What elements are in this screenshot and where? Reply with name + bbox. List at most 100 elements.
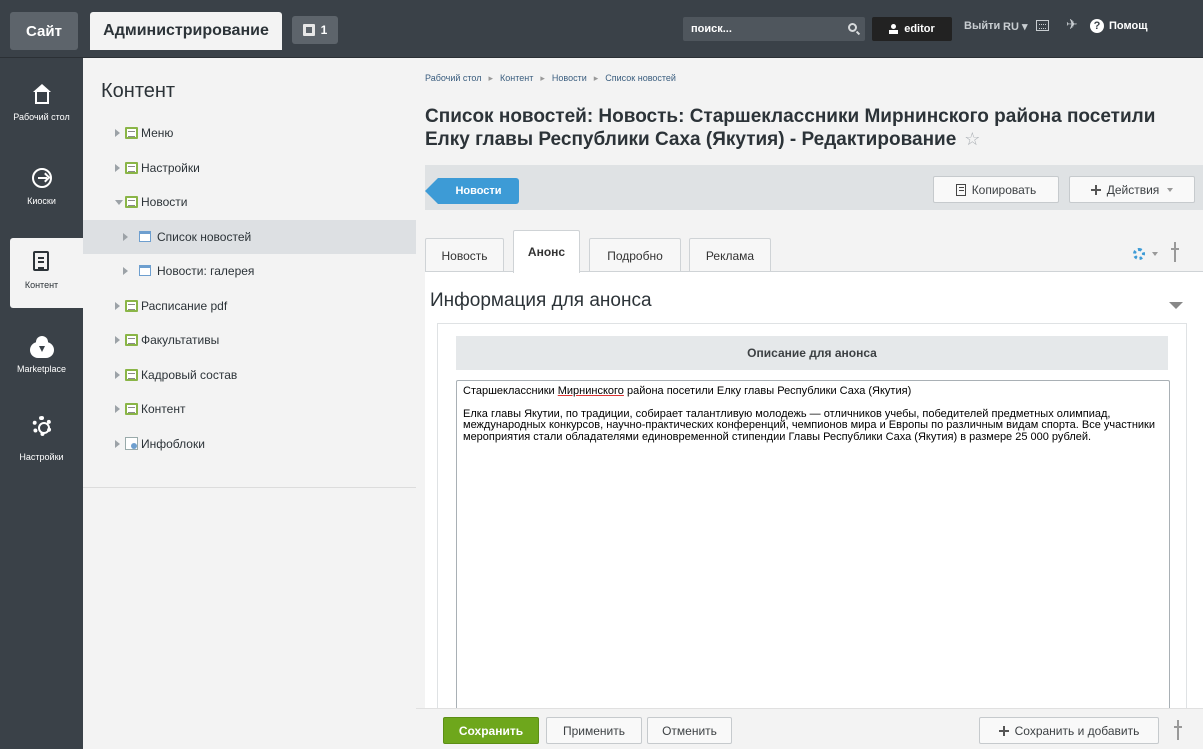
- collapse-arrow-icon[interactable]: [115, 200, 123, 205]
- collapse-section-icon[interactable]: [1169, 302, 1183, 309]
- tree-item-news[interactable]: Новости: [83, 185, 416, 219]
- tree-item-label: Расписание pdf: [141, 299, 228, 313]
- breadcrumb-link[interactable]: Новости: [552, 73, 587, 83]
- editor-header: Описание для анонса: [456, 336, 1168, 370]
- toolbar: Новости Копировать Действия: [425, 165, 1203, 210]
- left-menu-label: Контент: [24, 280, 59, 290]
- left-menu-settings[interactable]: Настройки: [0, 416, 83, 486]
- left-menu-marketplace[interactable]: Marketplace: [0, 334, 83, 404]
- tab-panel: Информация для анонса Описание для анонс…: [425, 271, 1203, 749]
- section-icon: [125, 369, 138, 381]
- breadcrumb-link[interactable]: Контент: [500, 73, 533, 83]
- tree-item-label: Список новостей: [157, 230, 252, 244]
- expand-arrow-icon[interactable]: [115, 405, 120, 413]
- tab-advertising[interactable]: Реклама: [689, 238, 771, 273]
- admin-tab[interactable]: Администрирование: [90, 12, 282, 50]
- tree-item-label: Новости: галерея: [157, 264, 255, 278]
- form-tabs: Новость Анонс Подробно Реклама: [425, 230, 1203, 273]
- content-tree: Контент Меню Настройки Новости Список но…: [83, 58, 416, 488]
- tree-empty-area: [83, 488, 416, 749]
- main-area: Рабочий стол ▸ Контент ▸ Новости ▸ Список ново…: [416, 58, 1203, 749]
- tree-item-label: Контент: [141, 402, 186, 416]
- home-icon: [32, 84, 52, 104]
- tree-item-label: Инфоблоки: [141, 437, 205, 451]
- tree-item-content[interactable]: Контент: [83, 392, 416, 426]
- gear-icon: [31, 416, 52, 436]
- kiosk-icon: [31, 168, 52, 188]
- tree-item-staff[interactable]: Кадровый состав: [83, 358, 416, 392]
- tab-details[interactable]: Подробно: [589, 238, 681, 273]
- tab-news[interactable]: Новость: [425, 238, 504, 273]
- notification-icon: [302, 24, 315, 36]
- page-title-text: Список новостей: Новость: Старшеклассник…: [425, 106, 1156, 150]
- save-and-add-button[interactable]: Сохранить и добавить: [979, 717, 1159, 744]
- cancel-button[interactable]: Отменить: [647, 717, 732, 744]
- breadcrumb-link[interactable]: Рабочий стол: [425, 73, 482, 83]
- site-button[interactable]: Сайт: [10, 12, 78, 50]
- tree-item-menu[interactable]: Меню: [83, 116, 416, 150]
- tree-item-news-gallery[interactable]: Новости: галерея: [83, 254, 416, 288]
- tree-item-settings[interactable]: Настройки: [83, 151, 416, 185]
- language-selector[interactable]: RU ▾: [1003, 20, 1027, 33]
- favorite-star-icon[interactable]: ☆: [964, 129, 980, 149]
- tree-item-electives[interactable]: Факультативы: [83, 323, 416, 357]
- copy-label: Копировать: [971, 182, 1037, 197]
- list-icon: [139, 231, 151, 242]
- tree-item-iblocks[interactable]: Инфоблоки: [83, 427, 416, 461]
- tree-item-label: Кадровый состав: [141, 368, 238, 382]
- section-icon: [125, 300, 138, 312]
- expand-arrow-icon[interactable]: [115, 371, 120, 379]
- expand-arrow-icon[interactable]: [115, 336, 120, 344]
- top-bar: Сайт Администрирование 1 editor Выйти RU…: [0, 0, 1203, 58]
- left-menu-desktop[interactable]: Рабочий стол: [0, 78, 83, 148]
- expand-arrow-icon[interactable]: [123, 233, 128, 241]
- pin-icon[interactable]: ✈: [1066, 16, 1078, 33]
- section-icon: [125, 127, 138, 139]
- logout-link[interactable]: Выйти: [964, 20, 1000, 32]
- language-label: RU: [1003, 21, 1019, 33]
- form-footer: Сохранить Применить Отменить Сохранить и…: [416, 708, 1203, 749]
- editor-paragraph: Старшеклассники Мирнинского района посет…: [463, 385, 1163, 398]
- expand-arrow-icon[interactable]: [115, 440, 120, 448]
- notifications-button[interactable]: 1: [292, 16, 338, 44]
- search-input[interactable]: [683, 17, 843, 41]
- section-title: Информация для анонса: [430, 290, 652, 311]
- tree-item-label: Меню: [141, 126, 174, 140]
- apply-button[interactable]: Применить: [546, 717, 642, 744]
- section-icon: [125, 196, 138, 208]
- pin-icon[interactable]: [1173, 720, 1183, 740]
- back-to-news-button[interactable]: Новости: [425, 178, 519, 204]
- tab-announce[interactable]: Анонс: [513, 230, 580, 273]
- left-menu-content[interactable]: Контент: [10, 238, 83, 308]
- editor-text: района посетили Елку главы Республики Са…: [623, 385, 912, 397]
- expand-arrow-icon[interactable]: [115, 302, 120, 310]
- expand-arrow-icon[interactable]: [115, 164, 120, 172]
- breadcrumb-link[interactable]: Список новостей: [605, 73, 676, 83]
- left-menu-label: Рабочий стол: [13, 112, 70, 122]
- user-button[interactable]: editor: [872, 17, 952, 41]
- user-name: editor: [904, 23, 935, 35]
- tree-item-news-list[interactable]: Список новостей: [83, 220, 416, 254]
- save-button[interactable]: Сохранить: [443, 717, 539, 744]
- expand-arrow-icon[interactable]: [115, 129, 120, 137]
- editor-text: Старшеклассники: [463, 385, 558, 397]
- expand-arrow-icon[interactable]: [123, 267, 128, 275]
- tab-settings-gear-icon[interactable]: [1133, 248, 1145, 260]
- copy-button[interactable]: Копировать: [933, 176, 1059, 203]
- announce-text-editor[interactable]: Старшеклассники Мирнинского района посет…: [456, 380, 1170, 749]
- pin-icon[interactable]: [1170, 242, 1180, 262]
- actions-button[interactable]: Действия: [1069, 176, 1195, 203]
- help-button[interactable]: ? Помощ: [1090, 19, 1147, 33]
- keyboard-icon[interactable]: [1036, 20, 1049, 31]
- save-and-add-label: Сохранить и добавить: [1014, 723, 1140, 738]
- chevron-down-icon[interactable]: [1152, 252, 1158, 256]
- plus-icon: [998, 725, 1009, 736]
- tree-item-schedule[interactable]: Расписание pdf: [83, 289, 416, 323]
- left-menu-kiosks[interactable]: Киоски: [0, 164, 83, 234]
- breadcrumb: Рабочий стол ▸ Контент ▸ Новости ▸ Список ново…: [425, 73, 676, 84]
- search-icon[interactable]: [848, 23, 857, 32]
- notification-count: 1: [320, 23, 328, 37]
- plus-icon: [1090, 184, 1101, 195]
- left-menu-label: Настройки: [19, 452, 64, 462]
- left-menu-label: Киоски: [27, 196, 56, 206]
